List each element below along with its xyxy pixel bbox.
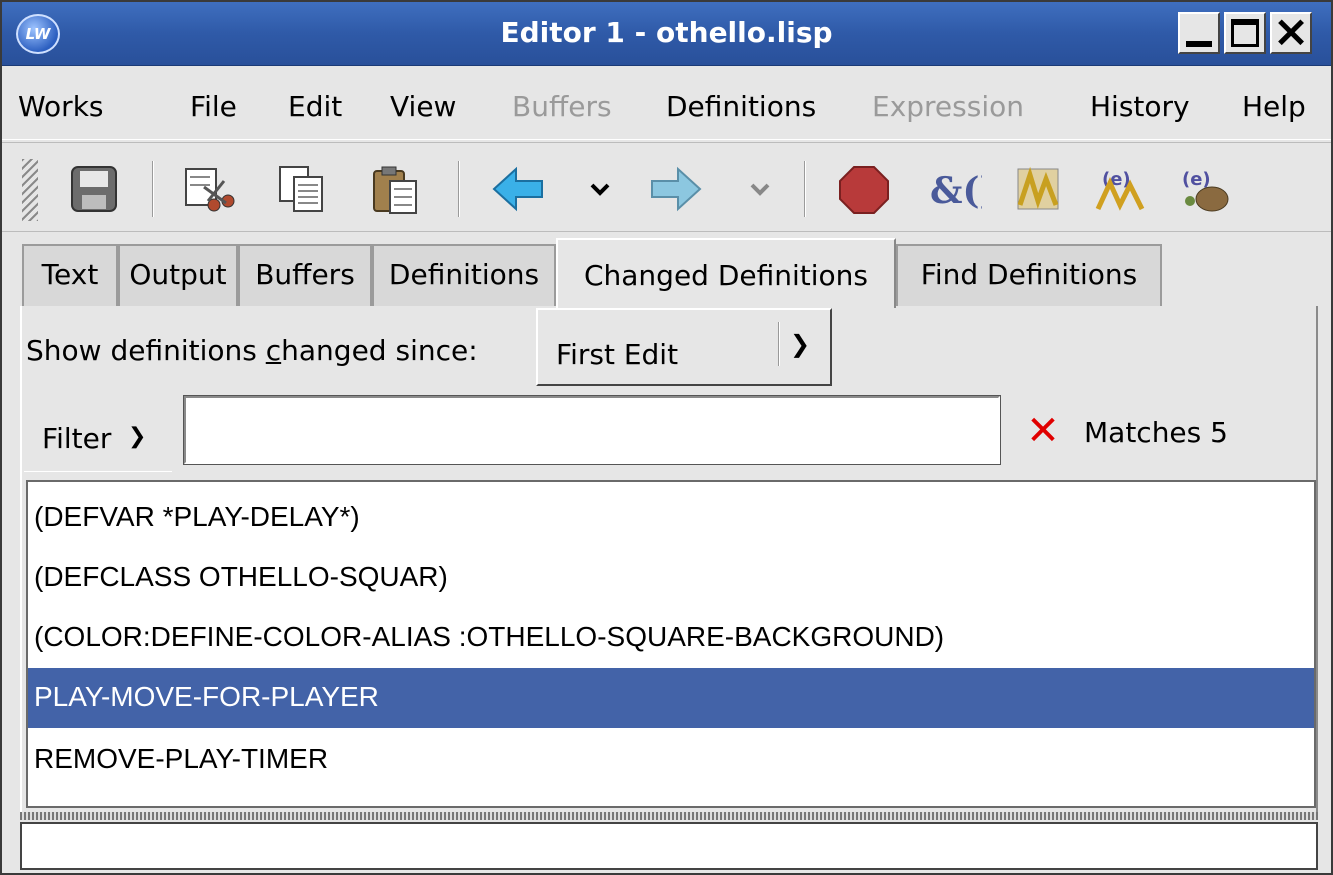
changed-definitions-panel: Show definitions changed since: First Ed… bbox=[20, 306, 1318, 816]
save-icon[interactable] bbox=[66, 161, 122, 217]
svg-text:&(): &() bbox=[930, 170, 982, 212]
close-icon: × bbox=[1272, 6, 1310, 57]
changed-since-label: Show definitions changed since: bbox=[26, 334, 478, 367]
stop-icon[interactable] bbox=[836, 161, 892, 217]
forward-arrow-icon[interactable] bbox=[648, 161, 704, 217]
tab-definitions[interactable]: Definitions bbox=[372, 244, 556, 306]
menu-bar: Works File Edit View Buffers Definitions… bbox=[2, 68, 1331, 140]
maximize-button[interactable] bbox=[1224, 12, 1266, 54]
menu-help[interactable]: Help bbox=[1242, 90, 1306, 123]
paste-icon[interactable] bbox=[368, 161, 424, 217]
list-item[interactable]: REMOVE-PLAY-TIMER bbox=[28, 730, 1314, 786]
svg-text:(e): (e) bbox=[1182, 169, 1211, 190]
menu-edit[interactable]: Edit bbox=[288, 90, 342, 123]
copy-icon[interactable] bbox=[274, 161, 330, 217]
tab-text[interactable]: Text bbox=[22, 244, 118, 306]
tab-find-definitions[interactable]: Find Definitions bbox=[896, 244, 1162, 306]
filter-menu-button[interactable]: Filter ❯ bbox=[24, 396, 172, 472]
pane-splitter[interactable] bbox=[20, 812, 1318, 820]
minimize-button[interactable] bbox=[1178, 12, 1220, 54]
window-title: Editor 1 - othello.lisp bbox=[500, 16, 833, 49]
tab-buffers[interactable]: Buffers bbox=[238, 244, 372, 306]
back-history-dropdown-icon[interactable] bbox=[586, 161, 614, 217]
clear-filter-icon[interactable]: ✕ bbox=[1008, 398, 1078, 470]
tab-changed-definitions[interactable]: Changed Definitions bbox=[556, 238, 896, 308]
forward-history-dropdown-icon[interactable] bbox=[746, 161, 774, 217]
evaluate-region-icon[interactable]: (e) bbox=[1092, 161, 1148, 217]
menu-expression[interactable]: Expression bbox=[872, 90, 1024, 123]
evaluate-buffer-icon[interactable]: (e) bbox=[1176, 161, 1232, 217]
menu-view[interactable]: View bbox=[390, 90, 456, 123]
chevron-down-icon: ❯ bbox=[128, 424, 147, 449]
echo-area[interactable] bbox=[20, 822, 1318, 870]
changed-since-value: First Edit bbox=[556, 338, 679, 371]
toolbar-separator bbox=[804, 161, 806, 217]
toolbar-grip[interactable] bbox=[22, 159, 38, 221]
evaluate-definition-icon[interactable] bbox=[1010, 161, 1066, 217]
menu-history[interactable]: History bbox=[1090, 90, 1190, 123]
list-item-selected[interactable]: PLAY-MOVE-FOR-PLAYER bbox=[28, 668, 1314, 728]
menu-buffers[interactable]: Buffers bbox=[512, 90, 612, 123]
definitions-list[interactable]: (DEFVAR *PLAY-DELAY*) (DEFCLASS OTHELLO-… bbox=[26, 480, 1316, 808]
dropdown-separator bbox=[778, 322, 780, 366]
match-count: Matches 5 bbox=[1084, 416, 1228, 449]
list-item[interactable]: (COLOR:DEFINE-COLOR-ALIAS :OTHELLO-SQUAR… bbox=[28, 608, 1314, 664]
toolbar: &() (e) (e) bbox=[2, 142, 1331, 232]
changed-since-dropdown[interactable]: First Edit ❯ bbox=[536, 308, 832, 386]
menu-file[interactable]: File bbox=[190, 90, 237, 123]
toolbar-separator bbox=[458, 161, 460, 217]
tab-output[interactable]: Output bbox=[118, 244, 238, 306]
toolbar-separator bbox=[152, 161, 154, 217]
menu-works[interactable]: Works bbox=[18, 90, 104, 123]
filter-label: Filter bbox=[42, 422, 112, 455]
filter-input[interactable] bbox=[183, 395, 1001, 465]
cut-icon[interactable] bbox=[180, 161, 236, 217]
title-bar[interactable]: LW Editor 1 - othello.lisp × bbox=[2, 2, 1331, 66]
list-item[interactable]: (DEFCLASS OTHELLO-SQUAR) bbox=[28, 548, 1314, 604]
list-item[interactable]: (DEFVAR *PLAY-DELAY*) bbox=[28, 488, 1314, 544]
menu-definitions[interactable]: Definitions bbox=[666, 90, 816, 123]
close-button[interactable]: × bbox=[1270, 8, 1312, 56]
back-arrow-icon[interactable] bbox=[490, 161, 546, 217]
chevron-down-icon: ❯ bbox=[790, 330, 811, 358]
inspect-icon[interactable]: &() bbox=[926, 161, 997, 217]
filter-row: Filter ❯ ✕ bbox=[22, 390, 1076, 474]
editor-window: LW Editor 1 - othello.lisp × Works File … bbox=[0, 0, 1333, 875]
